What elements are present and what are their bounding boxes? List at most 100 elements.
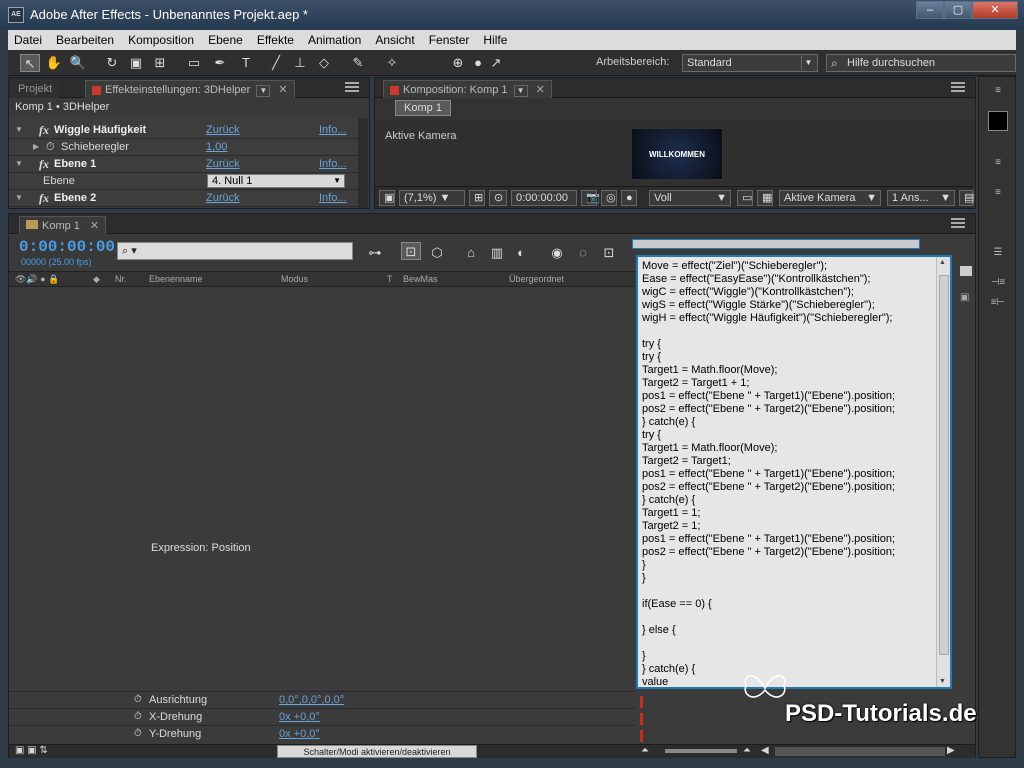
show-channel-icon[interactable]: ◎ xyxy=(601,190,617,206)
expand-triangle-icon[interactable]: ▼ xyxy=(15,193,23,202)
fx-icon[interactable]: fx xyxy=(39,157,49,172)
scroll-right-icon[interactable]: ▶ xyxy=(947,745,955,756)
stopwatch-icon[interactable]: ⏱ xyxy=(134,711,142,722)
help-search-input[interactable]: ⌕ Hilfe durchsuchen xyxy=(826,54,1016,72)
menu-komposition[interactable]: Komposition xyxy=(128,33,194,47)
layer-outline[interactable]: Expression: Position xyxy=(9,288,635,694)
transparency-grid-icon[interactable]: ▦ xyxy=(757,190,773,206)
mask-view-icon[interactable]: ⊙ xyxy=(489,190,507,206)
timeline-zoom-slider[interactable] xyxy=(665,749,737,753)
menu-ebene[interactable]: Ebene xyxy=(208,33,243,47)
hide-shy-layers-icon[interactable]: ⌂ xyxy=(461,244,481,262)
audio-panel-icon[interactable]: ≡ xyxy=(983,157,1013,175)
work-area-bar[interactable] xyxy=(632,239,920,249)
horizontal-scrollbar[interactable] xyxy=(775,747,945,756)
info-panel-icon[interactable]: ≡ xyxy=(983,85,1013,103)
keyframe-marker[interactable] xyxy=(640,730,643,742)
reset-link[interactable]: Zurück xyxy=(206,124,240,136)
pan-behind-tool-icon[interactable]: ⊞ xyxy=(150,54,170,72)
camera-tool-icon[interactable]: ▣ xyxy=(126,54,146,72)
chevron-down-icon[interactable]: ▼ xyxy=(513,85,528,97)
align-left-icon[interactable]: ⊣≡ xyxy=(983,277,1013,295)
stopwatch-icon[interactable]: ⏱ xyxy=(134,728,142,739)
property-row-y-drehung[interactable]: ⏱ Y-Drehung 0x +0,0° xyxy=(9,725,635,742)
motion-blur-icon[interactable]: ◐ xyxy=(511,244,531,262)
region-of-interest-icon[interactable]: ▭ xyxy=(737,190,753,206)
menu-fenster[interactable]: Fenster xyxy=(429,33,470,47)
tab-effect-controls[interactable]: Effekteinstellungen: 3DHelper ▼ ✕ xyxy=(85,80,295,98)
panel-menu-icon[interactable] xyxy=(951,218,965,228)
reset-link[interactable]: Zurück xyxy=(206,192,240,204)
property-row-x-drehung[interactable]: ⏱ X-Drehung 0x +0,0° xyxy=(9,708,635,725)
info-link[interactable]: Info... xyxy=(319,124,347,136)
minimize-button[interactable]: – xyxy=(916,1,944,19)
layer-switches-icon[interactable]: ▣ ▣ ⇅ xyxy=(15,745,48,756)
effect-row-ebene-2[interactable]: ▼ fx Ebene 2 Zurück Info... xyxy=(9,190,361,207)
effect-row-wiggle-haeufigkeit[interactable]: ▼ fx Wiggle Häufigkeit Zurück Info... xyxy=(9,122,361,139)
graph-editor-icon[interactable]: ⊡ xyxy=(599,244,619,262)
color-channels-icon[interactable]: ● xyxy=(621,190,637,206)
comp-mini-flowchart-icon[interactable]: ⊶ xyxy=(365,244,385,262)
clone-stamp-tool-icon[interactable]: ⊥ xyxy=(290,54,310,72)
menu-datei[interactable]: Datei xyxy=(14,33,42,47)
property-value[interactable]: 0x +0,0° xyxy=(279,728,320,740)
snapshot-icon[interactable]: 📷 xyxy=(581,190,600,206)
rectangle-tool-icon[interactable]: ▭ xyxy=(184,54,204,72)
view-axis-mode-icon[interactable]: ↗ xyxy=(486,54,506,72)
stopwatch-icon[interactable]: ⏱ xyxy=(46,141,55,154)
menu-hilfe[interactable]: Hilfe xyxy=(483,33,507,47)
roto-brush-tool-icon[interactable]: ✎ xyxy=(348,54,368,72)
scroll-left-icon[interactable]: ◀ xyxy=(761,745,769,756)
zoom-in-icon[interactable]: ⏶ xyxy=(743,745,751,756)
scroll-down-icon[interactable]: ▼ xyxy=(939,678,946,685)
pen-tool-icon[interactable]: ✒ xyxy=(210,54,230,72)
panel-menu-icon[interactable] xyxy=(951,82,965,92)
expression-code[interactable]: Move = effect("Ziel")("Schieberegler"); … xyxy=(638,257,950,692)
selection-tool-icon[interactable]: ↖ xyxy=(20,54,40,72)
expand-triangle-icon[interactable]: ▼ xyxy=(15,125,23,134)
brush-tool-icon[interactable]: ╱ xyxy=(266,54,286,72)
world-axis-mode-icon[interactable]: ● xyxy=(468,54,488,72)
zoom-out-icon[interactable]: ⏶ xyxy=(641,745,649,756)
always-preview-icon[interactable]: ▣ xyxy=(379,190,395,206)
camera-select[interactable]: Aktive Kamera ▼ xyxy=(779,190,881,206)
composition-viewer[interactable]: Aktive Kamera WILLKOMMEN xyxy=(375,120,975,186)
live-update-icon[interactable]: ⊡ xyxy=(401,242,421,260)
property-value[interactable]: 0,0°,0,0°,0,0° xyxy=(279,694,344,706)
close-button[interactable]: ✕ xyxy=(972,1,1018,19)
menu-bearbeiten[interactable]: Bearbeiten xyxy=(56,33,114,47)
puppet-pin-tool-icon[interactable]: ✧ xyxy=(382,54,402,72)
reset-link[interactable]: Zurück xyxy=(206,158,240,170)
column-layer-name[interactable]: Ebenenname xyxy=(149,274,203,284)
expand-triangle-icon[interactable]: ▶ xyxy=(33,142,39,151)
comp-button-icon[interactable]: ▣ xyxy=(960,292,972,304)
keyframe-marker[interactable] xyxy=(640,696,643,708)
fx-icon[interactable]: fx xyxy=(39,191,49,206)
time-ruler-end-marker[interactable] xyxy=(960,266,972,276)
column-parent[interactable]: Übergeordnet xyxy=(509,274,564,284)
zoom-tool-icon[interactable]: 🔍 xyxy=(68,54,88,72)
property-value[interactable]: 0x +0,0° xyxy=(279,711,320,723)
timeline-timecode[interactable]: 0:00:00:00 xyxy=(19,238,115,256)
scroll-up-icon[interactable]: ▲ xyxy=(939,259,946,266)
komp-1-button[interactable]: Komp 1 xyxy=(395,100,451,116)
close-tab-icon[interactable]: ✕ xyxy=(90,220,99,232)
eraser-tool-icon[interactable]: ◇ xyxy=(314,54,334,72)
column-trkmat[interactable]: BewMas xyxy=(403,274,438,284)
expand-triangle-icon[interactable]: ▼ xyxy=(15,159,23,168)
auto-keyframe-icon[interactable]: ◌ xyxy=(573,244,593,262)
zoom-select[interactable]: (7,1%) ▼ xyxy=(399,190,465,206)
info-link[interactable]: Info... xyxy=(319,158,347,170)
chevron-down-icon[interactable]: ▼ xyxy=(256,85,271,97)
menu-animation[interactable]: Animation xyxy=(308,33,361,47)
toggle-pixel-aspect-icon[interactable]: ▤ xyxy=(959,190,974,206)
hand-tool-icon[interactable]: ✋ xyxy=(44,54,64,72)
close-tab-icon[interactable]: ✕ xyxy=(278,84,287,96)
tab-projekt[interactable]: Projekt xyxy=(11,80,60,98)
column-t[interactable]: T xyxy=(387,274,393,284)
local-axis-mode-icon[interactable]: ⊕ xyxy=(448,54,468,72)
color-swatch[interactable] xyxy=(988,111,1008,131)
fx-icon[interactable]: fx xyxy=(39,123,49,138)
align-right-icon[interactable]: ≡⊢ xyxy=(983,297,1013,315)
stopwatch-icon[interactable]: ⏱ xyxy=(134,694,142,705)
